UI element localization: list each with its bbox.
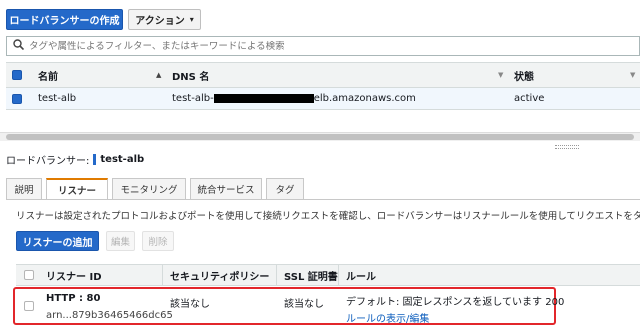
tab-description[interactable]: 説明 [6, 178, 42, 200]
detail-lb-name: test-alb [100, 153, 145, 165]
view-edit-rules-link[interactable]: ルールの表示/編集 [346, 310, 429, 325]
row-checkbox[interactable] [12, 93, 22, 104]
add-listener-button[interactable]: リスナーの追加 [16, 231, 99, 251]
tabs-divider [6, 199, 640, 200]
listener-row-checkbox[interactable] [24, 301, 34, 311]
filter-search-bar[interactable] [6, 36, 640, 56]
col-security-policy[interactable]: セキュリティポリシー [170, 265, 269, 285]
listener-security-policy: 該当なし [170, 299, 210, 310]
col-dns[interactable]: DNS 名 [172, 63, 209, 87]
listener-ssl-cert: 該当なし [284, 299, 324, 310]
col-ssl-cert[interactable]: SSL 証明書 [284, 265, 338, 285]
listener-arn: arn...879b36465466dc65 [46, 310, 173, 321]
detail-header: ロードバランサー: test-alb [6, 153, 145, 167]
listener-id: HTTP : 80 [46, 293, 101, 304]
edit-button[interactable]: 編集 [106, 231, 135, 251]
table-row[interactable]: HTTP : 80 arn...879b36465466dc65 該当なし 該当… [16, 289, 564, 325]
lb-dns: test-alb- elb.amazonaws.com [172, 93, 416, 104]
tab-listeners[interactable]: リスナー [46, 178, 108, 200]
col-name[interactable]: 名前 [38, 63, 58, 87]
sort-icon[interactable]: ▼ [630, 63, 635, 87]
select-all-listeners-checkbox[interactable] [24, 270, 34, 280]
listener-description: リスナーは設定されたプロトコルおよびポートを使用して接続リクエストを確認し、ロー… [16, 211, 640, 222]
resize-handle[interactable] [555, 145, 579, 149]
chevron-down-icon: ▾ [189, 15, 194, 24]
select-all-checkbox[interactable] [12, 70, 22, 80]
listener-default-rule: デフォルト: 固定レスポンスを返しています 200 [346, 297, 565, 308]
lb-state: active [514, 93, 545, 104]
search-input[interactable] [29, 40, 589, 52]
actions-label: アクション [135, 16, 185, 27]
tab-integrated-services[interactable]: 統合サービス [190, 178, 262, 200]
delete-button[interactable]: 削除 [142, 231, 174, 251]
search-icon [13, 39, 25, 53]
selected-indicator [93, 153, 97, 165]
lb-table-header: 名前 ▲ DNS 名 ▼ 状態 ▼ [6, 62, 640, 88]
redacted-block [213, 94, 314, 103]
listener-table-header: リスナー ID セキュリティポリシー SSL 証明書 ルール [16, 264, 640, 286]
col-state[interactable]: 状態 [514, 63, 534, 87]
sort-icon[interactable]: ▼ [498, 63, 503, 87]
create-load-balancer-button[interactable]: ロードバランサーの作成 [6, 9, 123, 30]
sort-asc-icon[interactable]: ▲ [156, 63, 161, 87]
lb-name: test-alb [38, 93, 77, 104]
horizontal-scrollbar[interactable] [0, 132, 640, 141]
table-row[interactable]: test-alb test-alb- elb.amazonaws.com act… [6, 88, 640, 110]
elb-console: ロードバランサーの作成 アクション ▾ 名前 ▲ DNS 名 ▼ 状態 ▼ te… [0, 0, 640, 327]
detail-tabs: 説明 リスナー モニタリング 統合サービス タグ [6, 178, 640, 200]
col-rules[interactable]: ルール [346, 265, 376, 285]
tab-tags[interactable]: タグ [266, 178, 304, 200]
tab-monitoring[interactable]: モニタリング [112, 178, 186, 200]
actions-dropdown[interactable]: アクション ▾ [128, 9, 201, 30]
col-listener-id[interactable]: リスナー ID [46, 265, 102, 285]
